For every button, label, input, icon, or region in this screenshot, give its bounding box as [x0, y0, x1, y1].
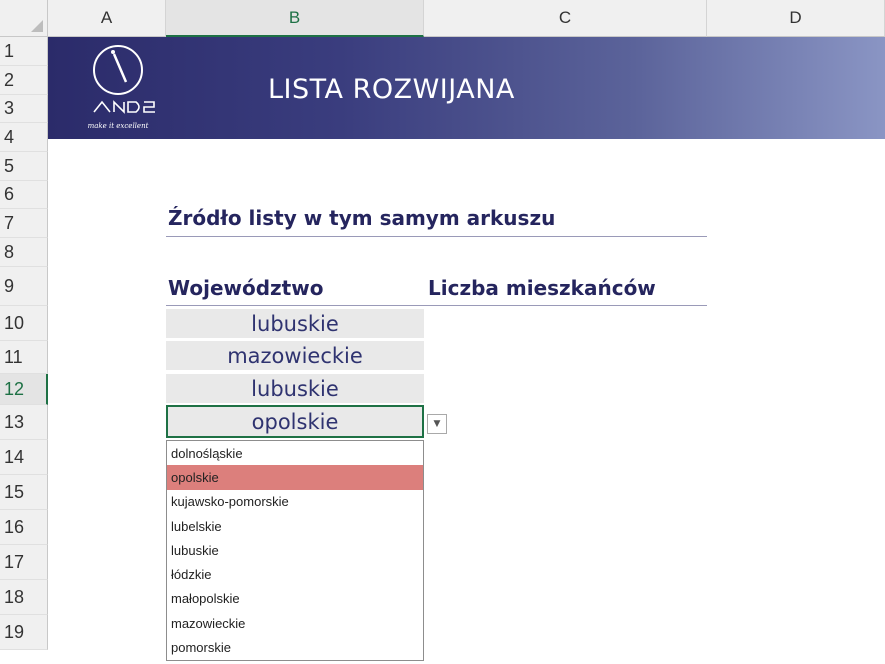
row-header-12[interactable]: 12: [0, 374, 48, 405]
column-header-a[interactable]: A: [48, 0, 166, 37]
dropdown-item[interactable]: lubelskie: [167, 514, 423, 538]
row-header-15[interactable]: 15: [0, 475, 48, 510]
cell-b12-selected[interactable]: opolskie: [166, 405, 424, 438]
section-heading-underline: [166, 236, 707, 237]
table-header-underline: [166, 305, 707, 306]
dropdown-item[interactable]: lubuskie: [167, 538, 423, 562]
row-header-11[interactable]: 11: [0, 341, 48, 374]
table-header-voivodeship[interactable]: Województwo: [168, 276, 323, 300]
dropdown-item[interactable]: mazowieckie: [167, 611, 423, 635]
chevron-down-icon: ▼: [433, 419, 441, 429]
section-heading: Źródło listy w tym samym arkuszu: [168, 206, 556, 230]
dropdown-item[interactable]: łódzkie: [167, 562, 423, 586]
table-header-population[interactable]: Liczba mieszkańców: [428, 276, 656, 300]
row-header-2[interactable]: 2: [0, 66, 48, 95]
row-header-6[interactable]: 6: [0, 181, 48, 209]
dropdown-item[interactable]: pomorskie: [167, 635, 423, 659]
row-header-4[interactable]: 4: [0, 123, 48, 152]
row-header-16[interactable]: 16: [0, 510, 48, 545]
column-header-c[interactable]: C: [424, 0, 707, 37]
cell-b10[interactable]: mazowieckie: [166, 341, 424, 371]
row-header-5[interactable]: 5: [0, 152, 48, 181]
row-header-7[interactable]: 7: [0, 209, 48, 238]
row-header-10[interactable]: 10: [0, 306, 48, 341]
banner-title: LISTA ROZWIJANA: [268, 74, 515, 105]
row-header-17[interactable]: 17: [0, 545, 48, 580]
row-header-14[interactable]: 14: [0, 440, 48, 475]
dropdown-item[interactable]: dolnośląskie: [167, 441, 423, 465]
and2-logo: make it excellent: [58, 40, 178, 136]
dropdown-item[interactable]: małopolskie: [167, 587, 423, 611]
row-header-1[interactable]: 1: [0, 37, 48, 66]
dropdown-arrow-button[interactable]: ▼: [427, 414, 447, 434]
row-header-8[interactable]: 8: [0, 238, 48, 267]
logo-tagline: make it excellent: [88, 122, 149, 130]
dropdown-list[interactable]: dolnośląskie opolskie kujawsko-pomorskie…: [166, 440, 424, 661]
column-header-b[interactable]: B: [166, 0, 424, 37]
column-header-d[interactable]: D: [707, 0, 885, 37]
row-header-9[interactable]: 9: [0, 267, 48, 306]
dropdown-item[interactable]: kujawsko-pomorskie: [167, 490, 423, 514]
cell-b11[interactable]: lubuskie: [166, 374, 424, 404]
row-header-13[interactable]: 13: [0, 405, 48, 440]
row-header-3[interactable]: 3: [0, 95, 48, 123]
cell-b9[interactable]: lubuskie: [166, 309, 424, 339]
select-all-corner[interactable]: [0, 0, 48, 37]
dropdown-item-highlighted[interactable]: opolskie: [167, 465, 423, 490]
row-header-18[interactable]: 18: [0, 580, 48, 615]
row-header-19[interactable]: 19: [0, 615, 48, 650]
